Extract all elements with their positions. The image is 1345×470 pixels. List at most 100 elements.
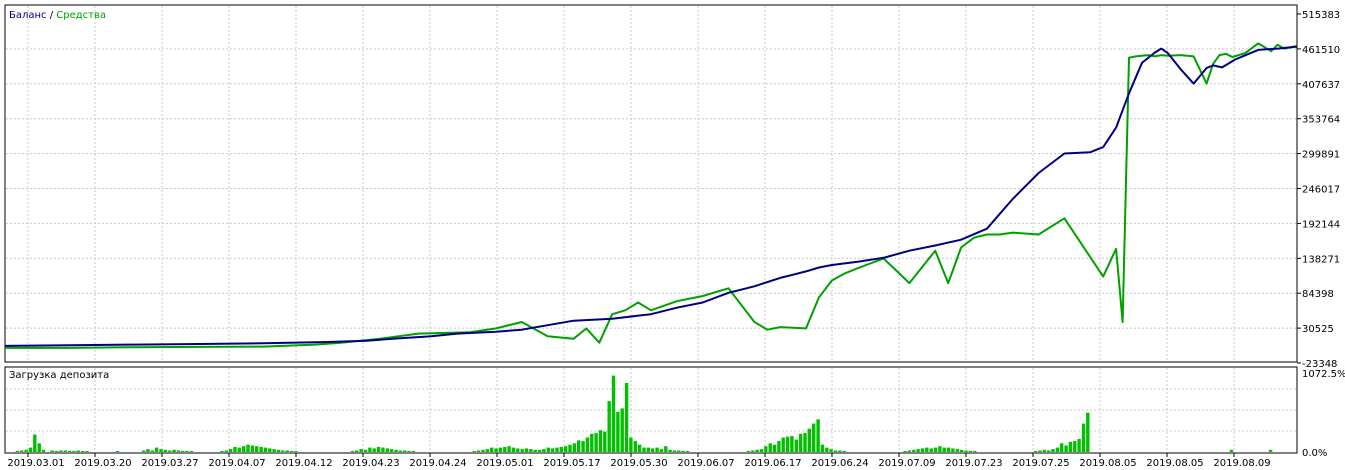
deposit-load-bar bbox=[616, 412, 620, 452]
deposit-load-bar bbox=[685, 451, 690, 452]
deposit-load-bar bbox=[820, 444, 825, 452]
deposit-load-bar bbox=[285, 450, 289, 452]
deposit-load-bar bbox=[611, 375, 616, 452]
deposit-load-bar bbox=[220, 451, 224, 452]
chart-svg: 515383 461510 407637 353764 299891 246017 1921… bbox=[4, 4, 1345, 469]
x-tick-label: 2019.04.23 bbox=[342, 458, 399, 469]
deposit-load-bar bbox=[772, 444, 777, 452]
deposit-load-bar bbox=[146, 449, 150, 452]
x-tick-label: 2019.03.20 bbox=[74, 458, 131, 469]
deposit-load-bar bbox=[651, 448, 655, 452]
y-tick-label: 192144 bbox=[1302, 219, 1340, 230]
deposit-load-bar bbox=[785, 436, 790, 452]
deposit-load-bar bbox=[681, 451, 685, 452]
deposit-load-bar bbox=[968, 451, 972, 452]
deposit-load-bar bbox=[903, 451, 907, 452]
deposit-load-min-label: 0.0% bbox=[1302, 448, 1327, 459]
deposit-load-bar bbox=[494, 448, 498, 452]
x-tick-label: 2019.03.27 bbox=[141, 458, 198, 469]
deposit-load-bar bbox=[955, 449, 959, 452]
deposit-load-bar bbox=[20, 450, 24, 452]
deposit-load-bar bbox=[272, 449, 276, 452]
deposit-load-bar bbox=[24, 449, 28, 452]
deposit-load-bar bbox=[355, 450, 359, 452]
deposit-load-bar bbox=[1051, 449, 1055, 452]
y-tick-label: 30525 bbox=[1302, 324, 1334, 335]
deposit-load-bar bbox=[825, 447, 829, 452]
deposit-load-bar bbox=[154, 447, 159, 452]
deposit-load-bar bbox=[289, 451, 294, 452]
deposit-load-bar bbox=[677, 450, 681, 452]
deposit-load-bar bbox=[842, 451, 846, 452]
deposit-load-bar bbox=[237, 447, 241, 452]
x-tick-label: 2019.05.17 bbox=[543, 458, 600, 469]
deposit-load-bar bbox=[529, 449, 533, 452]
deposit-load-bar bbox=[973, 451, 977, 452]
deposit-load-bar bbox=[546, 447, 550, 452]
deposit-load-bar bbox=[1268, 449, 1273, 452]
deposit-load-bar bbox=[372, 448, 376, 452]
deposit-load-bar bbox=[524, 448, 529, 452]
x-tick-label: 2019.03.01 bbox=[7, 458, 64, 469]
y-tick-label: 299891 bbox=[1302, 150, 1340, 161]
deposit-load-bar bbox=[781, 437, 785, 452]
x-tick-label: 2019.04.12 bbox=[275, 458, 332, 469]
deposit-load-bar bbox=[185, 451, 189, 452]
x-tick-label: 2019.08.05 bbox=[1146, 458, 1203, 469]
deposit-load-bar bbox=[798, 433, 803, 452]
deposit-load-bar bbox=[537, 449, 542, 452]
deposit-load-bar bbox=[594, 433, 598, 452]
deposit-load-bar bbox=[403, 450, 407, 452]
deposit-load-bar bbox=[577, 440, 581, 452]
deposit-load-bar bbox=[168, 450, 172, 452]
legend-balance: Баланс bbox=[9, 10, 47, 21]
deposit-load-bar bbox=[363, 449, 368, 452]
deposit-load-bar bbox=[255, 446, 259, 452]
deposit-load-bar bbox=[794, 439, 798, 452]
deposit-load-bar bbox=[668, 449, 672, 452]
deposit-load-bar bbox=[646, 447, 650, 452]
deposit-load-bar bbox=[72, 451, 76, 452]
deposit-load-bar bbox=[476, 450, 481, 452]
x-tick-label: 2019.07.23 bbox=[945, 458, 1002, 469]
deposit-load-bar bbox=[246, 444, 250, 452]
deposit-load-bar bbox=[550, 448, 555, 452]
x-tick-label: 2019.08.09 bbox=[1213, 458, 1270, 469]
deposit-load-bar bbox=[67, 451, 72, 452]
deposit-load-bar bbox=[294, 451, 298, 452]
deposit-load-bar bbox=[938, 446, 942, 452]
deposit-load-bar bbox=[620, 408, 624, 452]
deposit-load-bar bbox=[81, 451, 85, 452]
deposit-load-bar bbox=[503, 446, 507, 452]
y-tick-label: 353764 bbox=[1302, 115, 1340, 126]
deposit-load-bar bbox=[228, 449, 233, 452]
deposit-load-bar bbox=[559, 446, 563, 452]
y-tick-label: 138271 bbox=[1302, 254, 1340, 265]
deposit-load-bar bbox=[37, 443, 41, 452]
deposit-load-panel: Загрузка депозита 1072.5% 0.0% bbox=[4, 366, 1345, 459]
deposit-load-bar bbox=[490, 447, 494, 452]
deposit-load-bar bbox=[768, 443, 772, 452]
deposit-load-bar bbox=[224, 450, 228, 452]
deposit-load-bar bbox=[398, 450, 402, 452]
deposit-load-bar bbox=[150, 450, 154, 452]
deposit-load-bar bbox=[59, 450, 63, 452]
deposit-load-bar bbox=[281, 450, 285, 452]
deposit-load-bar bbox=[498, 447, 503, 452]
deposit-load-bar bbox=[176, 450, 181, 452]
deposit-load-bar bbox=[607, 401, 611, 452]
deposit-load-bar bbox=[54, 451, 59, 452]
deposit-load-bar bbox=[159, 449, 163, 452]
deposit-load-bar bbox=[189, 451, 194, 452]
deposit-load-bar bbox=[472, 451, 476, 452]
deposit-load-bar bbox=[359, 449, 363, 452]
deposit-load-bar bbox=[764, 446, 768, 452]
deposit-load-bar bbox=[590, 433, 594, 452]
deposit-load-bar bbox=[250, 445, 255, 452]
deposit-load-bar bbox=[28, 447, 33, 452]
deposit-load-bar bbox=[829, 449, 833, 452]
deposit-load-bar bbox=[933, 447, 938, 452]
deposit-load-bar bbox=[759, 449, 764, 452]
x-tick-label: 2019.05.30 bbox=[610, 458, 667, 469]
deposit-load-bar bbox=[259, 446, 263, 452]
